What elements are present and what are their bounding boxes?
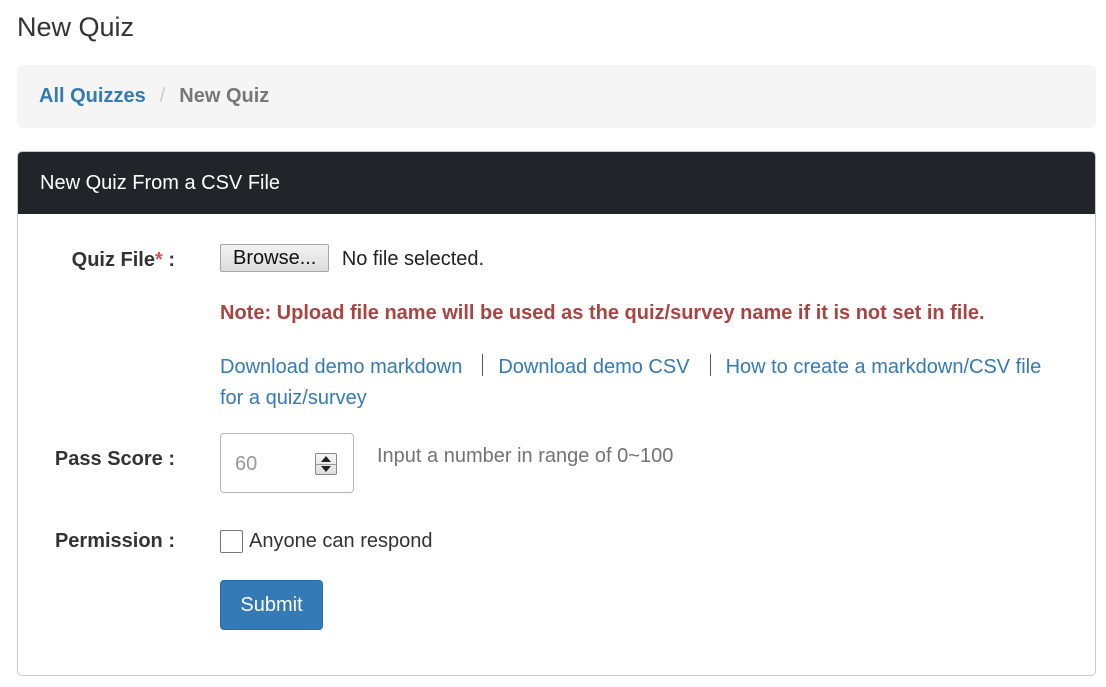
pass-score-field: [220, 433, 354, 493]
anyone-can-respond-label[interactable]: Anyone can respond: [249, 530, 432, 553]
breadcrumb-separator: /: [159, 85, 166, 107]
page-title: New Quiz: [17, 12, 135, 42]
breadcrumb: All Quizzes / New Quiz: [17, 65, 1096, 128]
file-status: No file selected.: [341, 248, 485, 271]
browse-button[interactable]: Browse...: [220, 244, 330, 272]
submit-button[interactable]: Submit: [220, 580, 323, 630]
quiz-file-label: Quiz File* :: [72, 249, 175, 272]
quiz-file-label-text: Quiz File: [71, 249, 155, 271]
spinner-down-button[interactable]: [316, 463, 336, 475]
anyone-can-respond-checkbox[interactable]: [220, 530, 243, 553]
new-quiz-panel: New Quiz From a CSV File Quiz File* : Br…: [17, 151, 1096, 676]
quiz-file-label-colon: :: [162, 249, 175, 271]
required-mark: *: [154, 249, 163, 271]
pass-score-help: Input a number in range of 0~100: [377, 445, 674, 467]
chevron-down-icon: [321, 466, 331, 473]
permission-label: Permission :: [54, 530, 175, 552]
number-spinner[interactable]: [315, 453, 337, 475]
pass-score-control: [220, 433, 354, 493]
breadcrumb-link-all-quizzes[interactable]: All Quizzes: [39, 85, 146, 108]
upload-note: Note: Upload file name will be used as t…: [220, 302, 985, 324]
panel-heading: New Quiz From a CSV File: [18, 152, 1095, 214]
help-links: Download demo markdown Download demo CSV H…: [220, 352, 1070, 414]
chevron-up-icon: [321, 455, 331, 462]
permission-control: Anyone can respond: [220, 530, 432, 553]
breadcrumb-current: New Quiz: [179, 85, 270, 107]
link-divider: [709, 354, 711, 376]
spinner-up-button[interactable]: [316, 454, 336, 464]
download-demo-markdown-link[interactable]: Download demo markdown: [220, 356, 462, 378]
link-divider: [482, 354, 484, 376]
pass-score-input[interactable]: [235, 450, 305, 478]
pass-score-label: Pass Score :: [54, 448, 175, 470]
quiz-file-control: Browse... No file selected.: [220, 244, 484, 272]
download-demo-csv-link[interactable]: Download demo CSV: [498, 356, 689, 378]
